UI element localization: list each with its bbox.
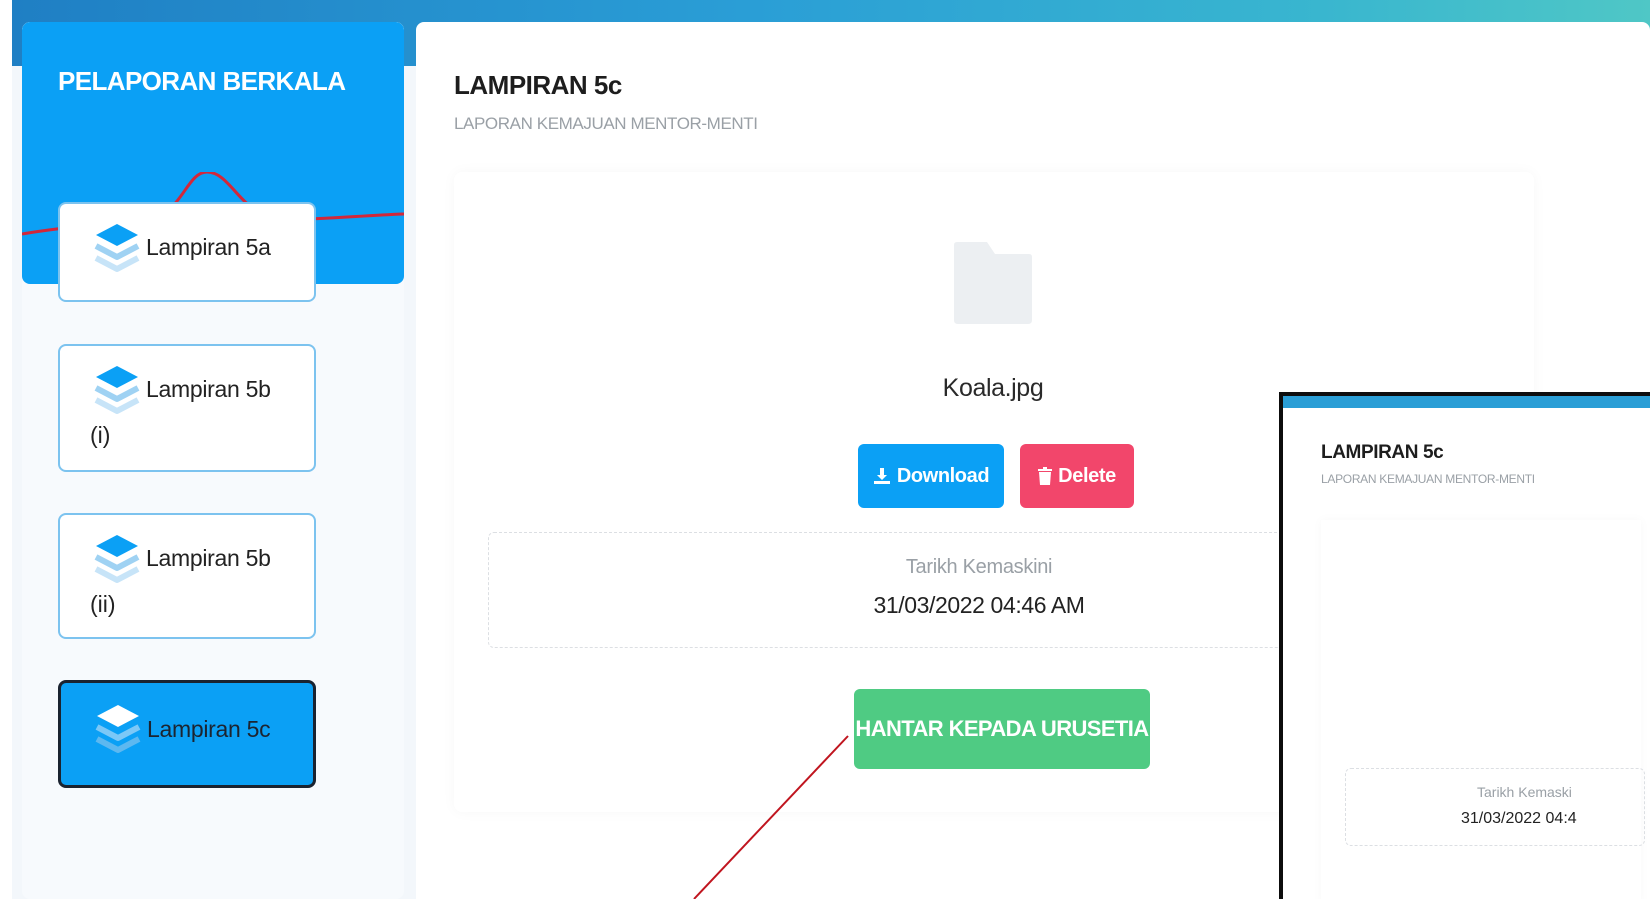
inset-date-box (1345, 768, 1645, 846)
page-title: LAMPIRAN 5c (454, 70, 622, 100)
page-subtitle: LAPORAN KEMAJUAN MENTOR-MENTI (454, 114, 758, 133)
delete-button[interactable]: Delete (1020, 444, 1134, 508)
sidebar: PELAPORAN BERKALA Lampiran 5a Lampiran 5… (22, 22, 404, 899)
sidebar-item-lampiran-5b-i[interactable]: Lampiran 5b (i) (58, 344, 316, 472)
download-button[interactable]: Download (858, 444, 1004, 508)
sidebar-item-sublabel: (ii) (90, 591, 116, 617)
sidebar-title: PELAPORAN BERKALA (58, 66, 346, 96)
inset-screenshot: LAMPIRAN 5c LAPORAN KEMAJUAN MENTOR-MENT… (1279, 392, 1650, 899)
sidebar-item-sublabel: (i) (90, 422, 111, 448)
sidebar-item-label: Lampiran 5b (146, 545, 271, 571)
download-icon (873, 468, 890, 484)
sidebar-item-label: Lampiran 5c (147, 716, 271, 742)
inset-date-label: Tarikh Kemaski (1477, 784, 1572, 800)
folder-icon (954, 242, 1032, 324)
sidebar-item-label: Lampiran 5b (146, 376, 271, 402)
sidebar-item-lampiran-5c[interactable]: Lampiran 5c (58, 680, 316, 788)
layers-icon (95, 705, 141, 753)
download-label: Download (896, 464, 990, 487)
layers-icon (94, 224, 140, 272)
sidebar-item-lampiran-5b-ii[interactable]: Lampiran 5b (ii) (58, 513, 316, 639)
sidebar-item-lampiran-5a[interactable]: Lampiran 5a (58, 202, 316, 302)
submit-to-secretariat-button[interactable]: HANTAR KEPADA URUSETIA (854, 689, 1150, 769)
file-name: Koala.jpg (942, 374, 1044, 402)
sidebar-item-label: Lampiran 5a (146, 234, 271, 260)
inset-header-band (1283, 396, 1650, 408)
left-edge (0, 0, 12, 899)
delete-label: Delete (1058, 464, 1116, 487)
layers-icon (94, 366, 140, 414)
inset-subtitle: LAPORAN KEMAJUAN MENTOR-MENTI (1321, 472, 1535, 486)
app-root: PELAPORAN BERKALA Lampiran 5a Lampiran 5… (0, 0, 1650, 899)
trash-icon (1038, 467, 1053, 485)
inset-title: LAMPIRAN 5c (1321, 442, 1444, 463)
update-date-label: Tarikh Kemaskini (905, 556, 1053, 578)
update-date-value: 31/03/2022 04:46 AM (873, 592, 1085, 618)
layers-icon (94, 535, 140, 583)
submit-label: HANTAR KEPADA URUSETIA (855, 716, 1149, 741)
inset-date-value: 31/03/2022 04:4 (1461, 810, 1577, 827)
